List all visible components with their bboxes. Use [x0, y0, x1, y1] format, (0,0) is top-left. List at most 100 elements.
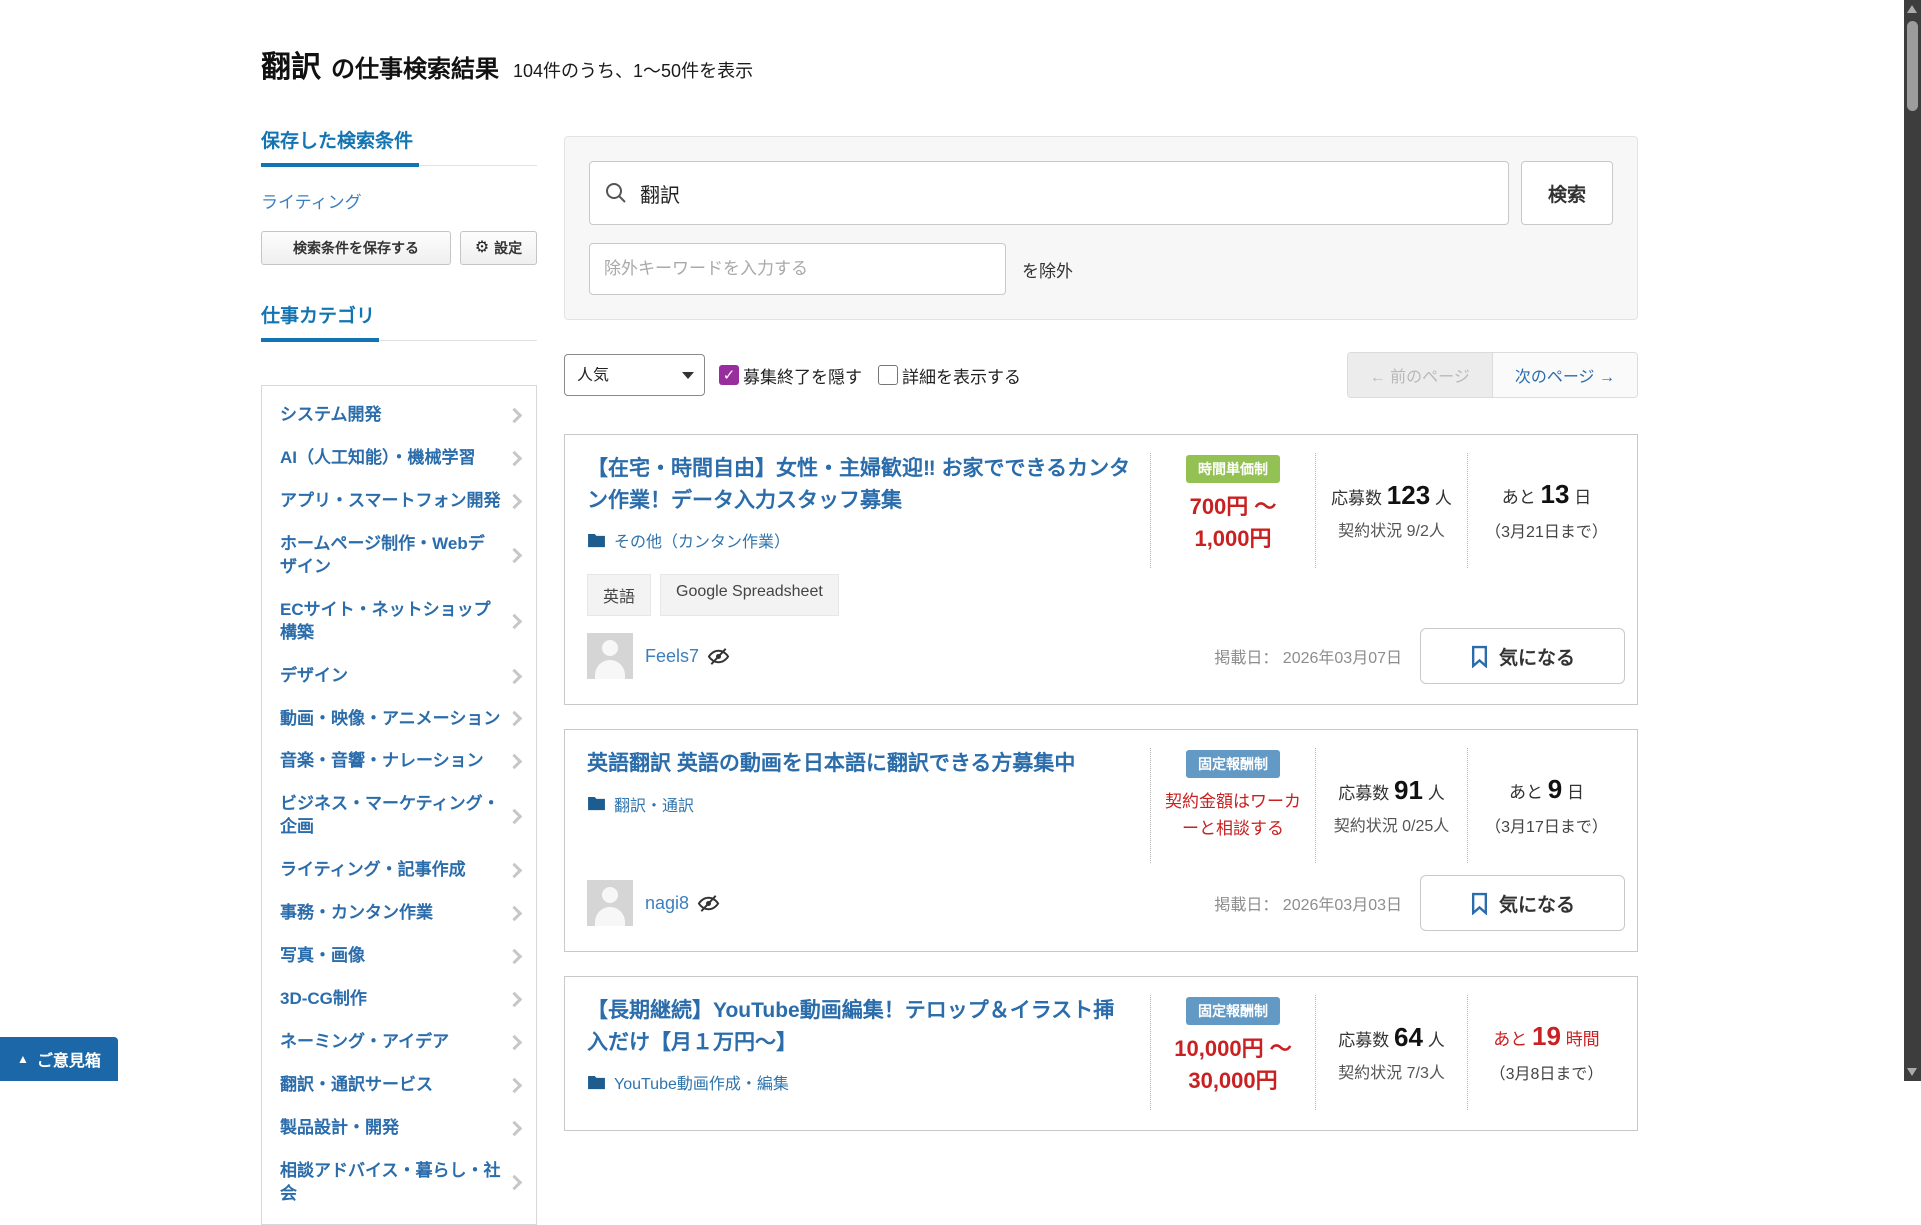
category-label: 製品設計・開発 — [280, 1117, 509, 1140]
chevron-right-icon — [507, 906, 523, 922]
job-title-link[interactable]: 英語翻訳 英語の動画を日本語に翻訳できる方募集中 — [587, 748, 1132, 780]
chevron-right-icon — [507, 992, 523, 1008]
job-tag: 英語 — [587, 574, 651, 616]
scrollbar-thumb[interactable] — [1907, 21, 1918, 111]
contract-status: 7/3人 — [1407, 1065, 1445, 1082]
deadline-date: （3月17日まで） — [1485, 813, 1608, 837]
sidebar-category-item[interactable]: 事務・カンタン作業 — [280, 892, 522, 935]
deadline-unit: 日 — [1567, 783, 1584, 802]
job-category-link[interactable]: YouTube動画作成・編集 — [587, 1070, 789, 1094]
contract-label: 契約状況 — [1338, 523, 1402, 540]
sidebar-category-item[interactable]: 3D-CG制作 — [280, 978, 522, 1021]
category-label: 写真・画像 — [280, 945, 509, 968]
sidebar-category-item[interactable]: 写真・画像 — [280, 935, 522, 978]
contract-status: 0/25人 — [1402, 818, 1449, 835]
applicants-label: 応募数 — [1338, 1031, 1389, 1050]
job-category-link[interactable]: 翻訳・通訳 — [587, 792, 694, 816]
sidebar-category-item[interactable]: 翻訳・通訳サービス — [280, 1064, 522, 1107]
contract-status: 9/2人 — [1407, 523, 1445, 540]
page-title: 翻訳 の仕事検索結果 104件のうち、1〜50件を表示 — [261, 42, 1638, 86]
chevron-right-icon — [507, 949, 523, 965]
deadline-value: 9 — [1548, 774, 1562, 804]
show-details-checkbox[interactable] — [878, 365, 898, 385]
search-icon — [604, 181, 628, 205]
applicants-label: 応募数 — [1338, 784, 1389, 803]
job-deadline-column: あと 9 日 （3月17日まで） — [1467, 748, 1625, 863]
save-search-button[interactable]: 検索条件を保存する — [261, 231, 451, 265]
job-deadline-column: あと 19 時間 （3月8日まで） — [1467, 995, 1625, 1110]
sidebar-category-item[interactable]: ネーミング・アイデア — [280, 1021, 522, 1064]
deadline-prefix: あと — [1502, 488, 1536, 507]
job-tag: Google Spreadsheet — [660, 574, 839, 616]
job-price: 10,000円 ～30,000円 — [1174, 1033, 1291, 1097]
avatar — [587, 880, 633, 926]
job-title-link[interactable]: 【長期継続】YouTube動画編集！テロップ＆イラスト挿入だけ【月１万円〜】 — [587, 995, 1132, 1058]
scroll-up-icon[interactable] — [1907, 5, 1917, 13]
chevron-right-icon — [507, 863, 523, 879]
chevron-right-icon — [507, 614, 523, 630]
next-page-button[interactable]: 次のページ → — [1493, 353, 1637, 397]
settings-button[interactable]: ⚙ 設定 — [460, 231, 537, 265]
saved-search-heading: 保存した検索条件 — [261, 126, 537, 166]
sidebar-category-item[interactable]: 音楽・音響・ナレーション — [280, 740, 522, 783]
title-suffix: の仕事検索結果 — [331, 49, 499, 84]
hide-closed-checkbox[interactable]: ✓ — [719, 365, 739, 385]
job-applicants-column: 応募数 91 人 契約状況 0/25人 — [1315, 748, 1467, 863]
sidebar-category-item[interactable]: ビジネス・マーケティング・企画 — [280, 783, 522, 849]
sidebar-category-item[interactable]: デザイン — [280, 655, 522, 698]
user-link[interactable]: nagi8 — [645, 893, 689, 914]
prev-page-button[interactable]: ← 前のページ — [1348, 353, 1493, 397]
applicants-count: 123 — [1387, 480, 1430, 510]
chevron-right-icon — [507, 711, 523, 727]
scroll-down-icon[interactable] — [1907, 1068, 1917, 1076]
bookmark-icon — [1470, 645, 1489, 668]
category-label: AI（人工知能）・機械学習 — [280, 447, 509, 470]
sidebar-category-item[interactable]: 製品設計・開発 — [280, 1107, 522, 1150]
sidebar-category-item[interactable]: 相談アドバイス・暮らし・社会 — [280, 1150, 522, 1216]
feedback-button-label: ご意見箱 — [37, 1047, 101, 1071]
scrollbar[interactable] — [1904, 0, 1921, 1081]
search-keyword-title: 翻訳 — [261, 42, 321, 86]
job-category-label: その他（カンタン作業） — [614, 528, 790, 552]
job-category-link[interactable]: その他（カンタン作業） — [587, 528, 790, 552]
sidebar-category-item[interactable]: ECサイト・ネットショップ構築 — [280, 589, 522, 655]
category-label: 動画・映像・アニメーション — [280, 708, 509, 731]
search-panel: 検索 を除外 — [564, 136, 1638, 320]
sidebar-category-item[interactable]: 動画・映像・アニメーション — [280, 698, 522, 741]
saved-search-link[interactable]: ライティング — [261, 188, 362, 213]
job-applicants-column: 応募数 123 人 契約状況 9/2人 — [1315, 453, 1467, 568]
result-summary: 104件のうち、1〜50件を表示 — [513, 57, 753, 83]
eye-off-icon[interactable] — [697, 892, 720, 915]
job-applicants-column: 応募数 64 人 契約状況 7/3人 — [1315, 995, 1467, 1110]
job-footer: Feels7 掲載日： 2026年03月07日 気になる — [587, 628, 1625, 684]
deadline-prefix: あと — [1493, 1030, 1527, 1049]
sidebar-category-item[interactable]: AI（人工知能）・機械学習 — [280, 437, 522, 480]
payment-badge: 固定報酬制 — [1186, 997, 1280, 1025]
deadline-row: あと 9 日 — [1509, 774, 1584, 805]
search-input[interactable] — [589, 161, 1509, 225]
favorite-button[interactable]: 気になる — [1420, 875, 1625, 931]
user-link[interactable]: Feels7 — [645, 646, 699, 667]
deadline-prefix: あと — [1509, 783, 1543, 802]
feedback-button[interactable]: ▲ ご意見箱 — [0, 1037, 118, 1081]
sidebar-category-item[interactable]: ライティング・記事作成 — [280, 849, 522, 892]
chevron-right-icon — [507, 548, 523, 564]
sidebar-category-item[interactable]: ホームページ制作・Webデザイン — [280, 523, 522, 589]
category-label: ECサイト・ネットショップ構築 — [280, 599, 509, 645]
search-button[interactable]: 検索 — [1521, 161, 1613, 225]
job-title-link[interactable]: 【在宅・時間自由】女性・主婦歓迎‼ お家でできるカンタン作業！データ入力スタッフ… — [587, 453, 1132, 516]
sidebar: 保存した検索条件 ライティング 検索条件を保存する ⚙ 設定 仕事カテゴリ シス… — [261, 126, 537, 1225]
eye-off-icon[interactable] — [707, 645, 730, 668]
deadline-date: （3月21日まで） — [1485, 518, 1608, 542]
folder-icon — [587, 533, 606, 548]
sort-select[interactable]: 人気 — [564, 354, 705, 396]
sidebar-category-item[interactable]: システム開発 — [280, 394, 522, 437]
exclude-keyword-input[interactable] — [589, 243, 1006, 295]
favorite-button[interactable]: 気になる — [1420, 628, 1625, 684]
contract-label: 契約状況 — [1334, 818, 1398, 835]
job-price: 契約金額はワーカーと相談する — [1151, 786, 1315, 842]
job-price: 700円 ～1,000円 — [1190, 491, 1277, 555]
chevron-right-icon — [507, 754, 523, 770]
hide-closed-label: 募集終了を隠す — [743, 363, 862, 388]
sidebar-category-item[interactable]: アプリ・スマートフォン開発 — [280, 480, 522, 523]
